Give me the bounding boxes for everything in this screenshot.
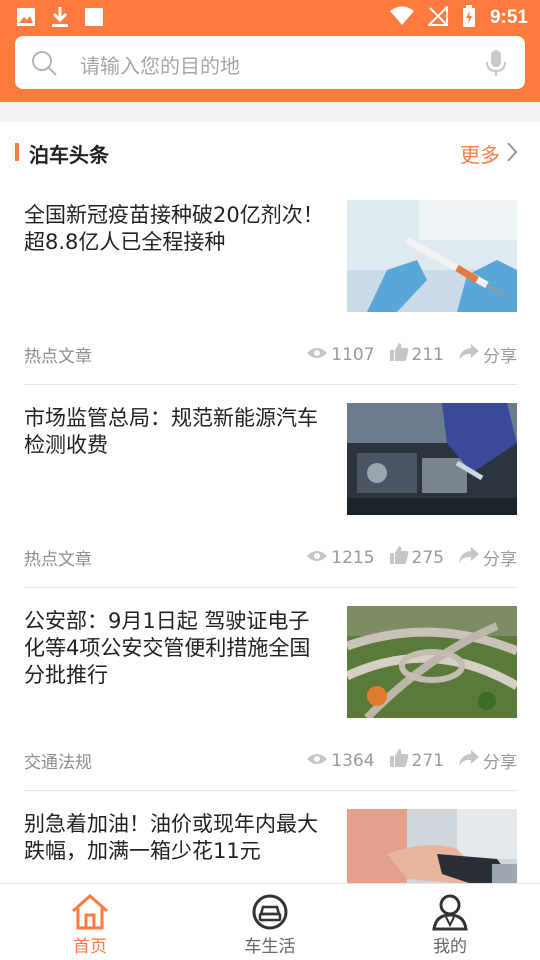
search-input[interactable]: 请输入您的目的地	[15, 36, 525, 89]
views-count: 1215	[331, 547, 375, 568]
article-title: 公安部：9月1日起 驾驶证电子化等4项公安交管便利措施全国分批推行	[24, 609, 311, 687]
header: 请输入您的目的地	[0, 36, 540, 102]
vaccine-photo	[347, 200, 517, 312]
article-meta: 热点文章 1107 211 分享	[24, 342, 517, 367]
likes-count: 275	[411, 547, 444, 568]
article-category: 交通法规	[24, 753, 92, 773]
gallery-notification-icon	[16, 7, 36, 31]
user-icon	[430, 893, 470, 935]
no-signal-icon	[426, 4, 448, 30]
views-count: 1364	[331, 750, 375, 771]
car-icon	[250, 893, 290, 935]
share-arrow-icon	[458, 546, 480, 569]
article-item[interactable]: 公安部：9月1日起 驾驶证电子化等4项公安交管便利措施全国分批推行 交通法规 1…	[24, 588, 517, 791]
share-arrow-icon	[458, 749, 480, 772]
section-divider	[0, 102, 540, 122]
thumbs-up-icon	[389, 748, 409, 773]
tab-mine[interactable]: 我的	[390, 884, 510, 960]
views-stat: 1364	[306, 750, 375, 771]
clock: 9:51	[489, 7, 528, 28]
share-button[interactable]: 分享	[458, 342, 517, 367]
share-arrow-icon	[458, 343, 480, 366]
article-category: 热点文章	[24, 347, 92, 367]
article-meta: 交通法规 1364 271 分享	[24, 748, 517, 773]
article-item[interactable]: 市场监管总局：规范新能源汽车检测收费 热点文章 1215 275 分享	[24, 385, 517, 588]
share-label: 分享	[483, 550, 517, 570]
share-label: 分享	[483, 347, 517, 367]
eye-icon	[306, 548, 328, 568]
share-label: 分享	[483, 753, 517, 773]
more-label: 更多	[460, 143, 500, 167]
views-count: 1107	[331, 344, 375, 365]
article-title: 全国新冠疫苗接种破20亿剂次！超8.8亿人已全程接种	[24, 203, 324, 254]
likes-count: 271	[411, 750, 444, 771]
search-placeholder: 请输入您的目的地	[80, 54, 240, 78]
likes-stat[interactable]: 211	[389, 342, 444, 367]
microphone-icon[interactable]	[485, 49, 507, 81]
article-title: 市场监管总局：规范新能源汽车检测收费	[24, 406, 318, 457]
eye-icon	[306, 751, 328, 771]
section-accent-bar	[15, 143, 19, 161]
wifi-icon	[389, 6, 414, 30]
more-link[interactable]: 更多	[460, 139, 518, 168]
car-engine-photo	[347, 403, 517, 515]
tab-label: 首页	[73, 937, 107, 957]
chevron-right-icon	[506, 141, 518, 167]
share-button[interactable]: 分享	[458, 748, 517, 773]
share-button[interactable]: 分享	[458, 545, 517, 570]
article-title: 别急着加油！油价或现年内最大跌幅，加满一箱少花11元	[24, 812, 318, 863]
section-title: 泊车头条	[29, 143, 109, 167]
tab-label: 我的	[433, 937, 467, 957]
battery-icon	[462, 5, 476, 31]
thumbs-up-icon	[389, 545, 409, 570]
square-notification-icon	[84, 7, 104, 31]
tab-car-life[interactable]: 车生活	[210, 884, 330, 960]
article-category: 热点文章	[24, 550, 92, 570]
home-icon	[70, 893, 110, 935]
tab-label: 车生活	[244, 937, 296, 957]
download-notification-icon	[50, 6, 70, 32]
status-bar: 9:51	[0, 0, 540, 36]
article-meta: 热点文章 1215 275 分享	[24, 545, 517, 570]
likes-stat[interactable]: 271	[389, 748, 444, 773]
views-stat: 1215	[306, 547, 375, 568]
highway-interchange-photo	[347, 606, 517, 718]
tab-home[interactable]: 首页	[30, 884, 150, 960]
views-stat: 1107	[306, 344, 375, 365]
eye-icon	[306, 345, 328, 365]
search-icon	[31, 50, 57, 80]
section-header: 泊车头条 更多	[0, 122, 540, 182]
thumbs-up-icon	[389, 342, 409, 367]
likes-count: 211	[411, 344, 444, 365]
bottom-tab-bar: 首页 车生活 我的	[0, 883, 540, 960]
article-item[interactable]: 全国新冠疫苗接种破20亿剂次！超8.8亿人已全程接种 热点文章 1107 211	[24, 182, 517, 385]
likes-stat[interactable]: 275	[389, 545, 444, 570]
